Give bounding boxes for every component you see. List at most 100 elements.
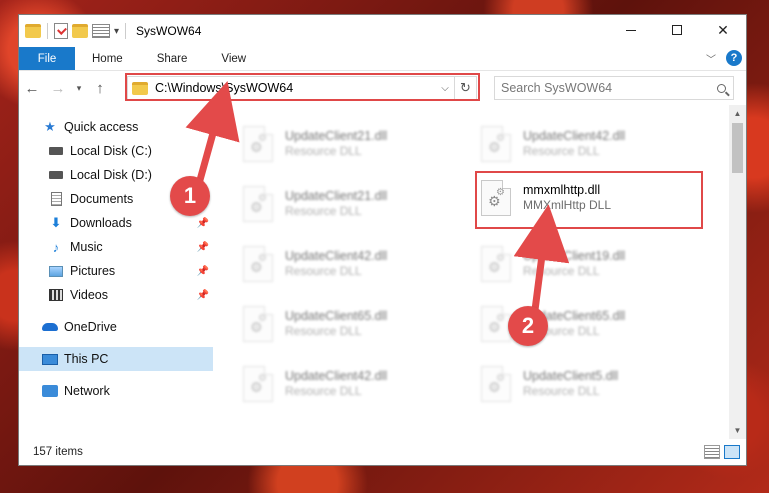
dll-file-icon: ⚙ ⚙ <box>481 126 511 162</box>
sidebar-item-onedrive[interactable]: OneDrive <box>19 315 213 339</box>
pin-icon[interactable]: 📌 <box>197 242 209 253</box>
file-item[interactable]: ⚙ ⚙ UpdateClient5.dll Resource DLL <box>481 361 681 407</box>
ribbon-right: ﹀ ? <box>706 50 742 66</box>
close-icon: ✕ <box>717 21 729 38</box>
search-input[interactable] <box>501 81 709 95</box>
disk-icon <box>48 144 64 158</box>
sidebar-item-local-disk-c[interactable]: Local Disk (C:) <box>19 139 213 163</box>
refresh-icon[interactable]: ↻ <box>454 77 476 99</box>
file-type: MMXmlHttp DLL <box>523 198 612 212</box>
tiles-view-icon[interactable] <box>724 445 740 459</box>
title-bar: ▾ SysWOW64 ✕ <box>19 15 746 47</box>
sidebar-item-label: Documents <box>70 192 134 206</box>
toolbar-divider <box>125 23 127 39</box>
sidebar-item-quick-access[interactable]: ★ Quick access <box>19 115 213 139</box>
file-name: UpdateClient19.dll <box>523 249 626 263</box>
up-arrow-icon[interactable]: ↑ <box>87 80 113 97</box>
file-item[interactable]: ⚙ ⚙ UpdateClient19.dll Resource DLL <box>481 241 681 287</box>
music-icon: ♪ <box>52 239 60 255</box>
step-1-badge: 1 <box>170 176 210 216</box>
recent-locations-chevron-icon[interactable]: ▾ <box>71 83 87 94</box>
scrollbar-thumb[interactable] <box>732 123 743 173</box>
file-name: UpdateClient42.dll <box>523 129 626 143</box>
sidebar-item-network[interactable]: Network <box>19 379 213 403</box>
file-name: UpdateClient5.dll <box>523 369 619 383</box>
sidebar-item-label: Videos <box>70 288 108 302</box>
sidebar-item-label: Local Disk (D:) <box>70 168 152 182</box>
file-item[interactable]: ⚙ ⚙ UpdateClient42.dll Resource DLL <box>481 121 681 167</box>
pin-icon[interactable]: 📌 <box>197 290 209 301</box>
dll-file-icon: ⚙ ⚙ <box>481 180 511 216</box>
help-icon[interactable]: ? <box>726 50 742 66</box>
sidebar-item-label: Pictures <box>70 264 116 278</box>
vertical-scrollbar[interactable]: ▲ ▼ <box>729 105 746 439</box>
sidebar-item-label: OneDrive <box>64 320 117 334</box>
quick-access-toolbar: ▾ <box>19 23 128 39</box>
file-type: Resource DLL <box>285 144 362 158</box>
properties-icon[interactable] <box>92 24 110 38</box>
dll-file-icon: ⚙ ⚙ <box>243 246 273 282</box>
properties-check-icon[interactable] <box>54 23 68 39</box>
address-bar[interactable]: C:\Windows\SysWOW64 ⌵ ↻ <box>127 76 477 100</box>
sidebar-item-videos[interactable]: Videos 📌 <box>19 283 213 307</box>
dll-file-icon: ⚙ ⚙ <box>243 186 273 222</box>
window-controls: ✕ <box>608 15 746 45</box>
star-icon: ★ <box>44 119 56 134</box>
details-view-icon[interactable] <box>704 445 720 459</box>
file-item[interactable]: ⚙ ⚙ UpdateClient42.dll Resource DLL <box>243 241 443 287</box>
sidebar-item-label: Downloads <box>70 216 132 230</box>
file-name: UpdateClient65.dll <box>285 309 388 323</box>
navigation-pane: ★ Quick access Local Disk (C:) Local Dis… <box>19 105 213 439</box>
tab-home[interactable]: Home <box>75 47 140 70</box>
tab-share[interactable]: Share <box>140 47 205 70</box>
file-type: Resource DLL <box>285 384 362 398</box>
address-dropdown-chevron-icon[interactable]: ⌵ <box>436 83 454 94</box>
customize-toolbar-chevron-icon[interactable]: ▾ <box>114 26 119 37</box>
address-path[interactable]: C:\Windows\SysWOW64 <box>155 81 436 95</box>
pin-icon[interactable]: 📌 <box>197 218 209 229</box>
folder-icon[interactable] <box>25 24 41 38</box>
back-arrow-icon[interactable]: ← <box>19 80 45 97</box>
explorer-body: ★ Quick access Local Disk (C:) Local Dis… <box>19 105 746 439</box>
dll-file-icon: ⚙ ⚙ <box>481 366 511 402</box>
folder-icon <box>132 81 148 95</box>
file-type: Resource DLL <box>285 324 362 338</box>
sidebar-item-label: Network <box>64 384 110 398</box>
minimize-button[interactable] <box>608 15 654 45</box>
search-icon[interactable] <box>709 83 733 93</box>
file-item[interactable]: ⚙ ⚙ UpdateClient21.dll Resource DLL <box>243 181 443 227</box>
disk-icon <box>48 168 64 182</box>
file-item[interactable]: ⚙ ⚙ UpdateClient65.dll Resource DLL <box>243 301 443 347</box>
scroll-down-icon[interactable]: ▼ <box>729 422 746 439</box>
expand-ribbon-chevron-icon[interactable]: ﹀ <box>706 51 716 66</box>
search-box[interactable] <box>494 76 734 100</box>
minimize-icon <box>626 29 636 31</box>
document-icon <box>48 192 64 206</box>
file-type: Resource DLL <box>285 264 362 278</box>
sidebar-item-this-pc[interactable]: This PC <box>19 347 213 371</box>
scroll-up-icon[interactable]: ▲ <box>729 105 746 122</box>
tab-file[interactable]: File <box>19 47 75 70</box>
forward-arrow-icon[interactable]: → <box>45 80 71 97</box>
maximize-icon <box>672 25 682 35</box>
sidebar-item-label: Quick access <box>64 120 139 134</box>
view-switcher <box>704 445 740 459</box>
file-item[interactable]: ⚙ ⚙ UpdateClient21.dll Resource DLL <box>243 121 443 167</box>
videos-icon <box>48 288 64 302</box>
sidebar-item-music[interactable]: ♪ Music 📌 <box>19 235 213 259</box>
file-item[interactable]: ⚙ ⚙ UpdateClient42.dll Resource DLL <box>243 361 443 407</box>
pin-icon[interactable]: 📌 <box>197 266 209 277</box>
file-item-mmxmlhttp[interactable]: ⚙ ⚙ mmxmlhttp.dll MMXmlHttp DLL <box>481 175 681 221</box>
sidebar-item-pictures[interactable]: Pictures 📌 <box>19 259 213 283</box>
new-folder-icon[interactable] <box>72 24 88 38</box>
computer-icon <box>42 352 58 366</box>
sidebar-item-label: Local Disk (C:) <box>70 144 152 158</box>
download-icon: ⬇ <box>50 215 62 230</box>
file-name: UpdateClient21.dll <box>285 129 388 143</box>
close-button[interactable]: ✕ <box>700 15 746 45</box>
network-icon <box>42 384 58 398</box>
file-explorer-window: ▾ SysWOW64 ✕ File Home Share View ﹀ ? ← … <box>18 14 747 466</box>
maximize-button[interactable] <box>654 15 700 45</box>
ribbon-tabs: File Home Share View ﹀ ? <box>19 47 746 71</box>
tab-view[interactable]: View <box>204 47 263 70</box>
